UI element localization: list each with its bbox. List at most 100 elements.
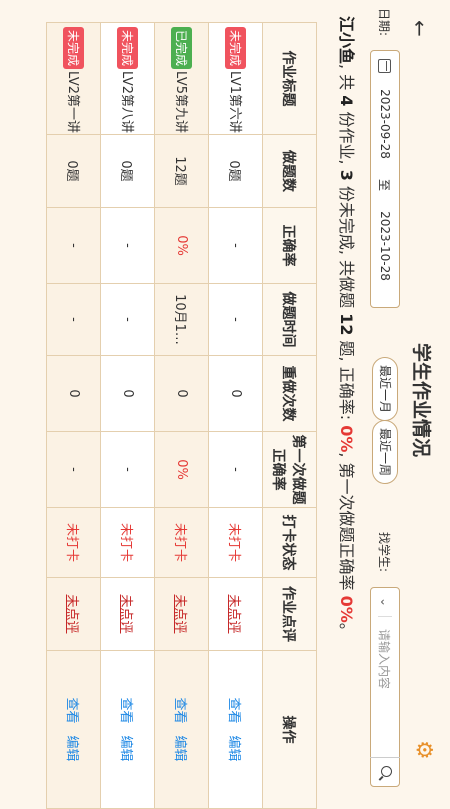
count-cell: 0题 bbox=[46, 134, 101, 208]
checkin-cell: 未打卡 bbox=[100, 507, 155, 578]
first-accuracy-value: 0% bbox=[337, 595, 356, 623]
summary-text: , 共 bbox=[337, 64, 356, 96]
edit-button[interactable]: 编辑 bbox=[226, 736, 245, 762]
review-link[interactable]: 未点评 bbox=[64, 594, 79, 633]
header-count: 做题数 bbox=[262, 134, 317, 208]
time-cell: - bbox=[208, 283, 263, 356]
count-cell: 0题 bbox=[100, 134, 155, 208]
table-row: 未完成LV1第六讲… 0题 - - 0 - 未打卡 未点评 查看编辑 bbox=[208, 22, 263, 809]
first-accuracy-cell: - bbox=[46, 431, 101, 508]
accuracy-cell: - bbox=[100, 207, 155, 284]
edit-button[interactable]: 编辑 bbox=[172, 736, 191, 762]
date-separator: 至 bbox=[377, 178, 392, 191]
status-badge: 已完成 bbox=[171, 27, 192, 70]
status-badge: 未完成 bbox=[225, 27, 246, 70]
view-button[interactable]: 查看 bbox=[64, 697, 83, 723]
homework-title-cell: 未完成LV1第六讲… bbox=[208, 22, 263, 135]
accuracy-cell: - bbox=[46, 207, 101, 284]
edit-button[interactable]: 编辑 bbox=[64, 736, 83, 762]
view-button[interactable]: 查看 bbox=[172, 697, 191, 723]
page-title: 学生作业情况 bbox=[410, 342, 432, 457]
actions-cell: 查看编辑 bbox=[46, 650, 101, 809]
homework-title[interactable]: LV2第一讲… bbox=[65, 71, 80, 134]
actions-cell: 查看编辑 bbox=[100, 650, 155, 809]
summary-text: , 第一次做题正确率 bbox=[337, 452, 356, 596]
summary-text: 题, 正确率: bbox=[337, 335, 356, 426]
review-cell: 未点评 bbox=[100, 577, 155, 651]
header-title: 作业标题 bbox=[262, 22, 317, 135]
checkin-cell: 未打卡 bbox=[46, 507, 101, 578]
time-cell: - bbox=[46, 283, 101, 356]
calendar-icon bbox=[378, 59, 392, 73]
summary-text: 。 bbox=[337, 622, 356, 639]
table-row: 未完成LV2第一讲… 0题 - - 0 - 未打卡 未点评 查看编辑 bbox=[46, 22, 101, 809]
checkin-cell: 未打卡 bbox=[208, 507, 263, 578]
student-search[interactable]: ⌄ 请输入内容 bbox=[370, 587, 400, 787]
redo-cell: 0 bbox=[208, 355, 263, 432]
question-count: 12 bbox=[337, 313, 356, 336]
search-icon[interactable] bbox=[370, 757, 400, 786]
redo-cell: 0 bbox=[154, 355, 209, 432]
review-cell: 未点评 bbox=[46, 577, 101, 651]
summary-text: 份作业, bbox=[337, 106, 356, 170]
gear-icon[interactable]: ⚙ bbox=[411, 740, 436, 760]
count-cell: 0题 bbox=[208, 134, 263, 208]
header-time: 做题时间 bbox=[262, 283, 317, 356]
first-accuracy-cell: - bbox=[208, 431, 263, 508]
header-actions: 操作 bbox=[262, 650, 317, 809]
unfinished-count: 3 bbox=[337, 169, 356, 181]
student-search-input[interactable]: 请输入内容 bbox=[377, 617, 394, 757]
view-button[interactable]: 查看 bbox=[226, 697, 245, 723]
summary-text: 份未完成, 共做题 bbox=[337, 180, 356, 314]
homework-title[interactable]: LV1第六讲… bbox=[227, 71, 242, 134]
header-accuracy: 正确率 bbox=[262, 207, 317, 284]
status-badge: 未完成 bbox=[63, 27, 84, 70]
summary-line: 江小鱼, 共 4 份作业, 3 份未完成, 共做题 12 题, 正确率: 0%,… bbox=[336, 16, 360, 796]
review-link[interactable]: 未点评 bbox=[172, 594, 187, 633]
review-link[interactable]: 未点评 bbox=[226, 594, 241, 633]
actions-cell: 查看编辑 bbox=[208, 650, 263, 809]
last-week-button[interactable]: 最近一周 bbox=[372, 420, 398, 484]
time-cell: 10月1… bbox=[154, 283, 209, 356]
accuracy-value: 0% bbox=[337, 425, 356, 453]
actions-cell: 查看编辑 bbox=[154, 650, 209, 809]
chevron-down-icon[interactable]: ⌄ bbox=[378, 588, 392, 617]
homework-title[interactable]: LV2第八讲… bbox=[119, 71, 134, 134]
table-row: 已完成LV5第九讲… 12题 0% 10月1… 0 0% 未打卡 未点评 查看编… bbox=[154, 22, 209, 809]
header-checkin: 打卡状态 bbox=[262, 507, 317, 578]
checkin-cell: 未打卡 bbox=[154, 507, 209, 578]
date-end[interactable]: 2023-10-28 bbox=[378, 203, 392, 289]
homework-title-cell: 未完成LV2第八讲… bbox=[100, 22, 155, 135]
date-range-picker[interactable]: 2023-09-28 至 2023-10-28 bbox=[370, 50, 400, 308]
review-link[interactable]: 未点评 bbox=[118, 594, 133, 633]
homework-title-cell: 未完成LV2第一讲… bbox=[46, 22, 101, 135]
total-count: 4 bbox=[337, 95, 356, 107]
homework-table: 作业标题 做题数 正确率 做题时间 重做次数 第一次做题正确率 打卡状态 作业点… bbox=[46, 22, 317, 809]
review-cell: 未点评 bbox=[154, 577, 209, 651]
accuracy-cell: 0% bbox=[154, 207, 209, 284]
first-accuracy-cell: 0% bbox=[154, 431, 209, 508]
view-button[interactable]: 查看 bbox=[118, 697, 137, 723]
table-row: 未完成LV2第八讲… 0题 - - 0 - 未打卡 未点评 查看编辑 bbox=[100, 22, 155, 809]
edit-button[interactable]: 编辑 bbox=[118, 736, 137, 762]
student-label: 找学生: bbox=[377, 532, 391, 573]
homework-title-cell: 已完成LV5第九讲… bbox=[154, 22, 209, 135]
header-review: 作业点评 bbox=[262, 577, 317, 651]
status-badge: 未完成 bbox=[117, 27, 138, 70]
app-screen: ← 学生作业情况 ⚙ 日期: 2023-09-28 至 2023-10-28 最… bbox=[0, 0, 450, 809]
accuracy-cell: - bbox=[208, 207, 263, 284]
review-cell: 未点评 bbox=[208, 577, 263, 651]
redo-cell: 0 bbox=[100, 355, 155, 432]
count-cell: 12题 bbox=[154, 134, 209, 208]
first-accuracy-cell: - bbox=[100, 431, 155, 508]
time-cell: - bbox=[100, 283, 155, 356]
table-header-row: 作业标题 做题数 正确率 做题时间 重做次数 第一次做题正确率 打卡状态 作业点… bbox=[262, 22, 317, 809]
homework-title[interactable]: LV5第九讲… bbox=[173, 71, 188, 134]
student-name: 江小鱼 bbox=[337, 16, 356, 65]
date-label: 日期: bbox=[377, 8, 391, 37]
redo-cell: 0 bbox=[46, 355, 101, 432]
last-month-button[interactable]: 最近一月 bbox=[372, 357, 398, 421]
header-first-accuracy: 第一次做题正确率 bbox=[262, 431, 317, 508]
date-start[interactable]: 2023-09-28 bbox=[378, 81, 392, 167]
header-redo: 重做次数 bbox=[262, 355, 317, 432]
